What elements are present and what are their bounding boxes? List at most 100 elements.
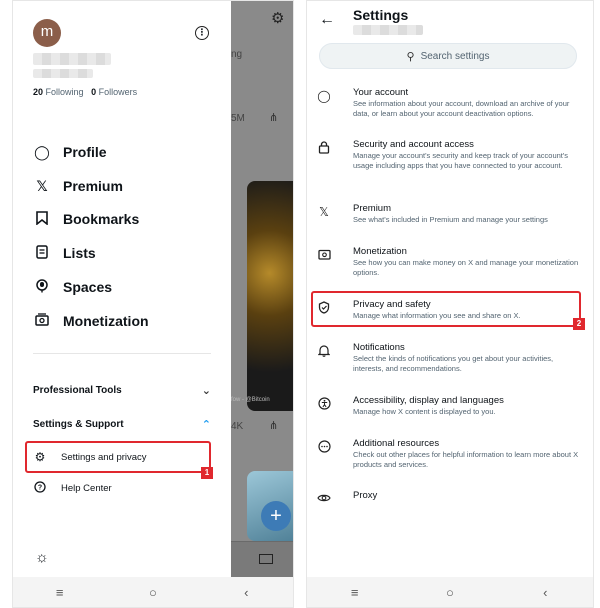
followers-label[interactable]: Followers (99, 87, 138, 97)
nav-item-lists[interactable]: Lists (33, 241, 96, 265)
person-icon: ◯ (34, 143, 50, 160)
home-icon[interactable]: ○ (440, 585, 460, 600)
lock-icon (317, 141, 331, 157)
page-title: Settings (353, 7, 409, 23)
avatar[interactable]: m (33, 19, 61, 47)
nav-label: Bookmarks (63, 211, 140, 227)
settings-item-premium[interactable]: 𝕏 Premium See what's included in Premium… (317, 203, 585, 229)
more-icon (317, 440, 331, 456)
list-icon (33, 244, 51, 262)
blurred-handle (353, 25, 423, 35)
svg-text:?: ? (38, 484, 42, 491)
money-icon (33, 313, 51, 329)
mail-icon (259, 554, 273, 564)
bg-tab-text: ng (231, 49, 243, 60)
bottom-nav (231, 541, 293, 579)
setting-title: Security and account access (353, 139, 474, 150)
gear-icon: ⚙ (271, 10, 285, 27)
system-nav-bar: ≡ ○ ‹ (307, 577, 593, 607)
money-icon (317, 248, 331, 263)
settings-support-toggle[interactable]: Settings & Support ⌃ (33, 415, 211, 433)
section-label: Settings & Support (33, 418, 124, 430)
compose-fab-icon: + (261, 501, 291, 531)
search-placeholder: Search settings (420, 50, 490, 62)
person-icon: ◯ (317, 89, 331, 103)
chevron-down-icon: ⌄ (201, 384, 211, 397)
setting-title: Additional resources (353, 438, 440, 449)
nav-item-bookmarks[interactable]: Bookmarks (33, 207, 139, 231)
back-icon[interactable]: ‹ (535, 585, 555, 600)
setting-title: Notifications (353, 342, 405, 353)
sub-item-label: Help Center (61, 482, 112, 494)
home-icon[interactable]: ○ (143, 585, 163, 600)
blurred-display-name (33, 53, 111, 65)
display-mode-icon[interactable]: ☼ (35, 549, 49, 566)
nav-label: Premium (63, 178, 123, 194)
microphone-icon (33, 278, 51, 296)
left-phone-screen: ⚙ ng 5M ⋔ fow - @Bitcoin 4K ⋔ + m ⋮ 20 F… (12, 0, 294, 608)
setting-description: See what's included in Premium and manag… (353, 215, 548, 224)
setting-description: See how you can make money on X and mana… (353, 258, 579, 277)
nav-label: Lists (63, 245, 96, 261)
help-circle-icon: ? (33, 480, 47, 496)
chevron-up-icon: ⌃ (201, 418, 211, 431)
settings-item-security[interactable]: Security and account access Manage your … (317, 139, 585, 183)
recent-apps-icon[interactable]: ≡ (50, 585, 70, 600)
bg-view-count: 5M (231, 113, 245, 124)
help-center-item[interactable]: ? Help Center (33, 478, 112, 498)
settings-item-accessibility[interactable]: Accessibility, display and languages Man… (317, 395, 585, 421)
back-arrow-icon[interactable]: ← (319, 11, 335, 29)
x-logo-icon: 𝕏 (36, 177, 48, 194)
nav-label: Profile (63, 144, 107, 160)
dimmed-timeline[interactable]: ⚙ ng 5M ⋔ fow - @Bitcoin 4K ⋔ + (231, 1, 293, 579)
nav-item-premium[interactable]: 𝕏 Premium (33, 174, 123, 198)
settings-item-monetization[interactable]: Monetization See how you can make money … (317, 246, 585, 280)
divider (33, 353, 211, 354)
settings-item-additional-resources[interactable]: Additional resources Check out other pla… (317, 438, 585, 472)
nav-item-spaces[interactable]: Spaces (33, 275, 112, 299)
settings-item-notifications[interactable]: Notifications Select the kinds of notifi… (317, 342, 585, 376)
nav-label: Spaces (63, 279, 113, 295)
settings-item-proxy[interactable]: Proxy (317, 490, 585, 504)
share-icon: ⋔ (269, 420, 279, 432)
accessibility-icon (317, 397, 331, 413)
setting-title: Your account (353, 87, 409, 98)
bg-like-count: 4K (231, 421, 244, 432)
section-label: Professional Tools (33, 384, 122, 396)
eye-icon (317, 492, 331, 506)
step-badge: 1 (201, 467, 213, 479)
highlight-box (25, 441, 211, 473)
bell-icon (317, 344, 331, 360)
bg-image-credit: fow - @Bitcoin (231, 397, 270, 403)
x-logo-icon: 𝕏 (319, 205, 329, 219)
bookmark-icon (33, 210, 51, 228)
setting-title: Premium (353, 203, 392, 214)
bg-post-image (247, 181, 293, 411)
step-badge: 2 (573, 318, 585, 330)
settings-item-your-account[interactable]: ◯ Your account See information about you… (317, 87, 585, 121)
share-icon: ⋔ (269, 112, 279, 124)
recent-apps-icon[interactable]: ≡ (345, 585, 365, 600)
highlight-box (311, 291, 581, 327)
followers-count: 0 (91, 87, 97, 97)
setting-description: Check out other places for helpful infor… (353, 450, 579, 469)
professional-tools-toggle[interactable]: Professional Tools ⌄ (33, 381, 211, 399)
following-count: 20 (33, 87, 44, 97)
right-phone-screen: ← Settings ⚲ Search settings ◯ Your acco… (306, 0, 594, 608)
setting-description: Select the kinds of notifications you ge… (353, 354, 554, 373)
system-nav-bar: ≡ ○ ‹ (13, 577, 293, 607)
follow-stats: 20 Following 0 Followers (33, 87, 137, 97)
more-options-icon[interactable]: ⋮ (195, 26, 209, 40)
following-label[interactable]: Following (46, 87, 84, 97)
search-settings-input[interactable]: ⚲ Search settings (319, 43, 577, 69)
nav-item-profile[interactable]: ◯ Profile (33, 140, 107, 164)
back-icon[interactable]: ‹ (236, 585, 256, 600)
setting-title: Proxy (353, 490, 378, 501)
setting-title: Accessibility, display and languages (353, 395, 504, 406)
setting-description: See information about your account, down… (353, 99, 570, 118)
side-drawer: m ⋮ 20 Following 0 Followers ◯ Profile 𝕏… (13, 1, 231, 579)
nav-item-monetization[interactable]: Monetization (33, 309, 149, 333)
nav-label: Monetization (63, 313, 149, 329)
search-icon: ⚲ (406, 50, 415, 63)
blurred-handle (33, 69, 93, 78)
